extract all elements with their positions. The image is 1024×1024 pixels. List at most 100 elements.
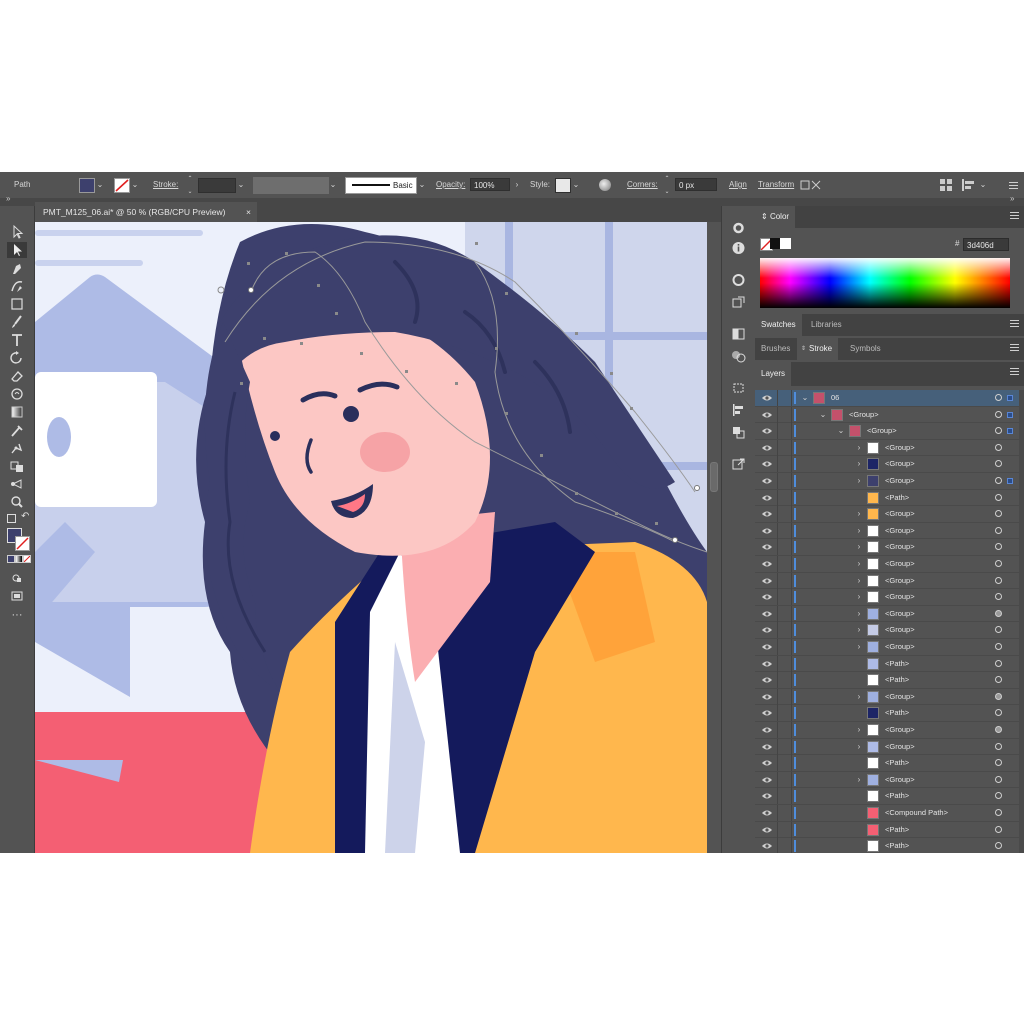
visibility-eye-icon[interactable] <box>762 643 772 651</box>
visibility-eye-icon[interactable] <box>762 593 772 601</box>
collapse-arrows-icon[interactable]: » <box>6 194 10 203</box>
expand-chevron-icon[interactable]: › <box>855 539 863 555</box>
stroke-label[interactable]: Stroke: <box>153 172 178 198</box>
info-icon[interactable] <box>730 240 747 256</box>
selection-indicator[interactable] <box>1007 428 1013 435</box>
layer-row[interactable]: › <Group> <box>755 539 1019 556</box>
opacity-input[interactable]: 100% <box>470 178 510 191</box>
layer-name[interactable]: <Group> <box>885 722 915 738</box>
layer-row[interactable]: <Compound Path> <box>755 805 1019 822</box>
visibility-eye-icon[interactable] <box>762 444 772 452</box>
asset-export-icon[interactable] <box>730 294 747 310</box>
swap-fill-stroke-icon[interactable]: ↶ <box>21 511 29 522</box>
target-circle-icon[interactable] <box>995 842 1002 850</box>
layer-name[interactable]: <Group> <box>885 772 915 788</box>
target-circle-icon[interactable] <box>995 709 1002 717</box>
stroke-panel-menu-icon[interactable] <box>1010 342 1019 352</box>
swatches-panel-menu-icon[interactable] <box>1010 318 1019 328</box>
target-circle-icon[interactable] <box>995 510 1002 518</box>
layer-row[interactable]: › <Group> <box>755 722 1019 739</box>
collapse-chevron-icon[interactable]: ⌄ <box>801 390 809 406</box>
layer-name[interactable]: <Group> <box>885 622 915 638</box>
target-circle-icon[interactable] <box>995 593 1002 601</box>
target-circle-icon[interactable] <box>995 560 1002 567</box>
target-circle-icon[interactable] <box>995 809 1002 816</box>
recolor-artwork-icon[interactable] <box>599 179 611 191</box>
target-circle-icon[interactable] <box>995 792 1002 800</box>
layer-row[interactable]: › <Group> <box>755 572 1019 590</box>
layer-row[interactable]: <Path> <box>755 655 1019 673</box>
scroll-thumb[interactable] <box>710 462 718 492</box>
align-menu-chevron-icon[interactable]: ⌄ <box>979 172 987 198</box>
layer-row[interactable]: › <Group> <box>755 688 1019 706</box>
align-link[interactable]: Align <box>729 172 747 198</box>
collapse-panels-icon[interactable]: » <box>1010 194 1014 203</box>
target-circle-icon[interactable] <box>995 493 1002 501</box>
stroke-weight-stepper-icon[interactable]: ⌃ ⌄ <box>186 173 194 199</box>
layer-name[interactable]: <Group> <box>885 523 915 539</box>
target-circle-icon[interactable] <box>995 825 1002 833</box>
gradient-mode-icon[interactable] <box>15 555 23 563</box>
close-document-icon[interactable]: × <box>246 202 251 222</box>
target-circle-icon[interactable] <box>995 775 1002 783</box>
layer-row[interactable]: ⌄ <Group> <box>755 406 1019 424</box>
target-circle-icon[interactable] <box>995 394 1002 401</box>
layer-row[interactable]: › <Group> <box>755 738 1019 756</box>
layer-row[interactable]: › <Group> <box>755 522 1019 540</box>
brush-definition[interactable]: Basic <box>345 177 417 194</box>
properties-gear-icon[interactable] <box>730 220 747 236</box>
control-bar-menu-icon[interactable] <box>1009 180 1018 190</box>
hex-color-input[interactable]: 3d406d <box>963 238 1009 251</box>
target-circle-icon[interactable] <box>995 427 1002 435</box>
visibility-eye-icon[interactable] <box>762 726 772 734</box>
transform-panel-icon[interactable] <box>730 380 747 396</box>
layer-row[interactable]: ⌄ 06 <box>755 390 1019 407</box>
target-circle-icon[interactable] <box>995 659 1002 667</box>
selection-indicator[interactable] <box>1007 411 1013 418</box>
tab-layers[interactable]: Layers <box>755 362 792 386</box>
target-circle-icon[interactable] <box>995 443 1002 451</box>
expand-chevron-icon[interactable]: › <box>855 622 863 638</box>
target-circle-icon[interactable] <box>995 526 1002 534</box>
tab-symbols[interactable]: Symbols <box>844 338 887 360</box>
target-circle-icon[interactable] <box>995 726 1002 733</box>
target-circle-icon[interactable] <box>995 742 1002 750</box>
layer-row[interactable]: › <Group> <box>755 639 1019 656</box>
color-spectrum[interactable] <box>760 258 1010 308</box>
layer-name[interactable]: 06 <box>831 390 839 406</box>
pathfinder-icon[interactable] <box>730 348 747 364</box>
layer-name[interactable]: <Group> <box>885 573 915 589</box>
layer-name[interactable]: <Path> <box>885 822 909 838</box>
expand-chevron-icon[interactable]: › <box>855 573 863 589</box>
pathfinder-panel-icon[interactable] <box>730 424 747 440</box>
target-circle-icon[interactable] <box>995 676 1002 684</box>
layer-row[interactable]: ⌄ <Group> <box>755 423 1019 440</box>
white-swatch[interactable] <box>780 238 791 249</box>
warp-tool-icon[interactable] <box>7 386 27 402</box>
tab-brushes[interactable]: Brushes <box>755 338 796 360</box>
visibility-eye-icon[interactable] <box>762 693 772 701</box>
expand-chevron-icon[interactable]: › <box>855 473 863 489</box>
variable-width-profile[interactable] <box>253 177 329 194</box>
layers-scrollbar[interactable] <box>1019 390 1024 853</box>
layer-name[interactable]: <Path> <box>885 672 909 688</box>
layer-name[interactable]: <Path> <box>885 788 909 804</box>
layer-row[interactable]: › <Group> <box>755 556 1019 573</box>
target-circle-icon[interactable] <box>995 643 1002 650</box>
layer-name[interactable]: <Group> <box>885 556 915 572</box>
graphic-style-swatch[interactable] <box>555 178 571 193</box>
layer-row[interactable]: <Path> <box>755 489 1019 507</box>
tab-swatches[interactable]: Swatches <box>755 314 802 336</box>
visibility-eye-icon[interactable] <box>762 842 772 850</box>
brush-chevron-icon[interactable]: ⌄ <box>418 172 426 198</box>
visibility-eye-icon[interactable] <box>762 411 772 419</box>
pen-tool-icon[interactable] <box>7 260 27 276</box>
collapse-chevron-icon[interactable]: ⌄ <box>837 423 845 439</box>
visibility-eye-icon[interactable] <box>762 577 772 585</box>
layer-name[interactable]: <Group> <box>885 689 915 705</box>
expand-chevron-icon[interactable]: › <box>855 772 863 788</box>
expand-chevron-icon[interactable]: › <box>855 556 863 572</box>
expand-chevron-icon[interactable]: › <box>855 506 863 522</box>
rectangle-tool-icon[interactable] <box>7 296 27 312</box>
stroke-weight-chevron-icon[interactable]: ⌄ <box>237 172 245 198</box>
